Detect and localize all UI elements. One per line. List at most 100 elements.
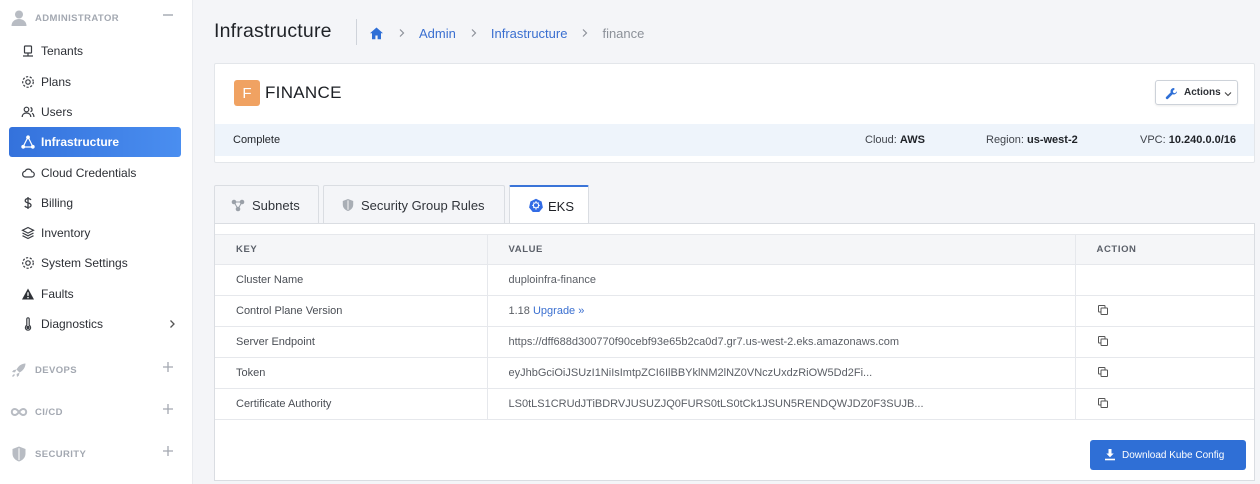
eks-panel: KEY VALUE ACTION Cluster Name duploinfra…: [214, 223, 1255, 481]
row-action: [1075, 295, 1254, 327]
cloud-value: AWS: [899, 134, 925, 146]
sidebar-item-system-settings[interactable]: System Settings: [9, 248, 181, 278]
sidebar-item-diagnostics[interactable]: Diagnostics: [9, 309, 181, 339]
section-label: DEVOPS: [35, 364, 77, 376]
row-action: [1075, 357, 1254, 389]
gear-icon: [21, 75, 35, 89]
sidebar-item-faults[interactable]: Faults: [9, 279, 181, 309]
sidebar-item-plans[interactable]: Plans: [9, 67, 181, 97]
actions-label: Actions: [1184, 87, 1221, 98]
status-text: Complete: [233, 134, 281, 146]
sidebar-item-label: Faults: [41, 287, 74, 301]
row-key: Token: [215, 357, 488, 389]
table-row: Control Plane Version 1.18 Upgrade »: [215, 295, 1254, 327]
thermometer-icon: [21, 317, 35, 331]
sidebar-item-inventory[interactable]: Inventory: [9, 218, 181, 248]
sidebar-item-label: Billing: [41, 196, 74, 210]
download-label: Download Kube Config: [1122, 449, 1225, 461]
shield-icon: [341, 198, 355, 212]
vpc-value: 10.240.0.0/16: [1168, 134, 1237, 146]
sidebar-item-tenants[interactable]: Tenants: [9, 36, 181, 66]
warning-icon: [21, 287, 35, 301]
row-key: Certificate Authority: [215, 388, 488, 420]
sidebar-item-users[interactable]: Users: [9, 97, 181, 127]
breadcrumb-infrastructure[interactable]: Infrastructure: [491, 26, 568, 41]
tab-security-group-rules[interactable]: Security Group Rules: [323, 185, 505, 224]
tab-label: EKS: [548, 198, 575, 214]
sidebar-item-label: Inventory: [41, 226, 91, 240]
minus-icon[interactable]: [161, 8, 175, 22]
row-value: https://dff688d300770f90cebf93e65b2ca0d7…: [487, 326, 1076, 358]
home-icon[interactable]: [369, 26, 384, 41]
section-devops[interactable]: DEVOPS: [0, 357, 193, 383]
table-row: Certificate Authority LS0tLS1CRUdJTiBDRV…: [215, 388, 1254, 420]
plus-icon[interactable]: [161, 402, 175, 416]
shield-icon: [10, 445, 28, 463]
section-label: ADMINISTRATOR: [35, 12, 120, 24]
vpc-meta: VPC: 10.240.0.0/16: [1140, 134, 1236, 146]
column-header-key: KEY: [215, 234, 488, 265]
network-icon: [21, 135, 35, 149]
tenant-badge: F: [234, 80, 260, 106]
rocket-icon: [10, 361, 28, 379]
user-icon: [10, 9, 28, 27]
eks-table: KEY VALUE ACTION Cluster Name duploinfra…: [215, 234, 1254, 420]
tab-eks[interactable]: EKS: [509, 185, 589, 225]
sidebar-item-label: Cloud Credentials: [41, 166, 137, 180]
sidebar-item-cloud-credentials[interactable]: Cloud Credentials: [9, 158, 181, 188]
layers-icon: [21, 226, 35, 240]
actions-button[interactable]: Actions: [1155, 80, 1238, 105]
users-icon: [21, 105, 35, 119]
sidebar-item-label: System Settings: [41, 256, 128, 270]
vpc-label: VPC:: [1140, 134, 1166, 146]
sidebar-item-infrastructure[interactable]: Infrastructure: [9, 127, 181, 157]
gear-icon: [21, 256, 35, 270]
breadcrumb: Admin Infrastructure finance: [369, 24, 644, 42]
infra-summary-card: F FINANCE Actions Complete Cloud: AWS Re…: [214, 63, 1255, 163]
infra-name: FINANCE: [265, 83, 342, 102]
chevron-right-icon: [581, 28, 589, 38]
table-header-row: KEY VALUE ACTION: [215, 234, 1254, 265]
section-administrator[interactable]: ADMINISTRATOR: [0, 5, 193, 31]
copy-icon[interactable]: [1097, 366, 1109, 378]
section-security[interactable]: SECURITY: [0, 441, 193, 467]
column-header-action: ACTION: [1075, 234, 1254, 265]
section-label: CI/CD: [35, 406, 63, 418]
section-cicd[interactable]: CI/CD: [0, 399, 193, 425]
plus-icon[interactable]: [161, 444, 175, 458]
copy-icon[interactable]: [1097, 304, 1109, 316]
chevron-down-icon: [1224, 90, 1232, 98]
region-value: us-west-2: [1026, 134, 1078, 146]
upgrade-link[interactable]: Upgrade »: [533, 305, 584, 317]
region-label: Region:: [986, 134, 1024, 146]
chevron-right-icon: [167, 319, 177, 329]
row-action: [1075, 264, 1254, 296]
tab-subnets[interactable]: Subnets: [214, 185, 319, 224]
cloud-meta: Cloud: AWS: [865, 134, 925, 146]
sidebar-item-billing[interactable]: Billing: [9, 188, 181, 218]
copy-icon[interactable]: [1097, 335, 1109, 347]
row-action: [1075, 388, 1254, 420]
title-divider: [356, 19, 357, 45]
dollar-icon: [21, 196, 35, 210]
table-row: Server Endpoint https://dff688d300770f90…: [215, 326, 1254, 358]
region-meta: Region: us-west-2: [986, 134, 1078, 146]
download-kube-config-button[interactable]: Download Kube Config: [1090, 440, 1246, 470]
sidebar: ADMINISTRATOR Tenants Plans Users Infras…: [0, 0, 193, 484]
tab-label: Security Group Rules: [361, 197, 485, 213]
cloud-label: Cloud:: [865, 134, 897, 146]
row-key: Cluster Name: [215, 264, 488, 296]
column-header-value: VALUE: [487, 234, 1076, 265]
cloud-icon: [21, 166, 35, 180]
infinity-icon: [10, 403, 28, 421]
chevron-right-icon: [470, 28, 478, 38]
kubernetes-icon: [529, 198, 543, 212]
tab-label: Subnets: [252, 197, 300, 213]
wrench-icon: [1165, 87, 1178, 100]
breadcrumb-admin[interactable]: Admin: [419, 26, 456, 41]
sidebar-item-label: Diagnostics: [41, 317, 104, 331]
subnet-icon: [231, 198, 245, 212]
copy-icon[interactable]: [1097, 397, 1109, 409]
plus-icon[interactable]: [161, 360, 175, 374]
row-value: LS0tLS1CRUdJTiBDRVJUSUZJQ0FURS0tLS0tCk1J…: [487, 388, 1076, 420]
